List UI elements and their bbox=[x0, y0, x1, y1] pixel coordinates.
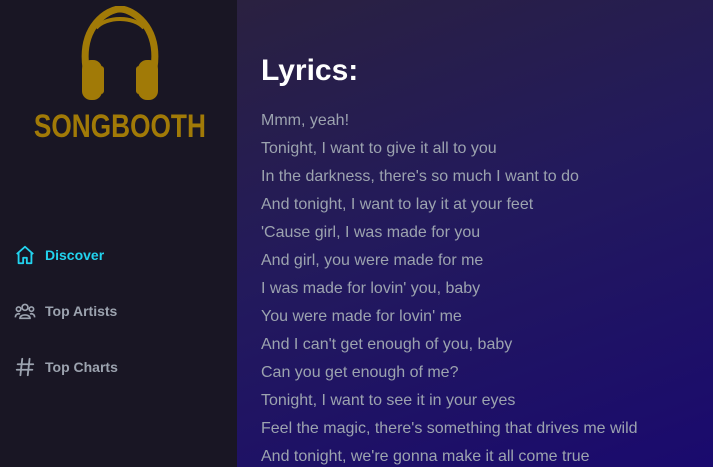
sidebar: SONGBOOTH Discover Top Artists Top Chart… bbox=[0, 0, 237, 467]
lyric-line: Tonight, I want to see it in your eyes bbox=[261, 392, 516, 409]
hashtag-icon bbox=[14, 356, 36, 378]
sidebar-item-label: Discover bbox=[45, 247, 105, 263]
lyric-line: 'Cause girl, I was made for you bbox=[261, 224, 481, 241]
sidebar-item-top-artists[interactable]: Top Artists bbox=[14, 298, 118, 324]
sidebar-nav: Discover Top Artists Top Charts bbox=[14, 242, 118, 410]
lyric-line: And tonight, we're gonna make it all com… bbox=[261, 448, 590, 465]
home-icon bbox=[14, 244, 36, 266]
lyric-line: Feel the magic, there's something that d… bbox=[261, 420, 638, 437]
lyric-line: In the darkness, there's so much I want … bbox=[261, 168, 579, 185]
lyric-line: Mmm, yeah! bbox=[261, 112, 350, 129]
lyrics-heading: Lyrics: bbox=[261, 54, 359, 87]
lyrics-list: Mmm, yeah! Tonight, I want to give it al… bbox=[261, 107, 713, 467]
logo-text: SONGBOOTH bbox=[33, 108, 207, 144]
lyric-line: Tonight, I want to give it all to you bbox=[261, 140, 497, 157]
main-content: Lyrics: Mmm, yeah! Tonight, I want to gi… bbox=[237, 0, 713, 467]
sidebar-item-label: Top Charts bbox=[45, 359, 118, 375]
lyric-line: Can you get enough of me? bbox=[261, 364, 459, 381]
lyric-line: And girl, you were made for me bbox=[261, 252, 484, 269]
songbooth-logo[interactable]: SONGBOOTH bbox=[34, 6, 206, 142]
headphones-icon bbox=[81, 6, 159, 100]
sidebar-item-discover[interactable]: Discover bbox=[14, 242, 118, 268]
lyric-line: And tonight, I want to lay it at your fe… bbox=[261, 196, 534, 213]
users-icon bbox=[14, 300, 36, 322]
lyric-line: I was made for lovin' you, baby bbox=[261, 280, 481, 297]
lyric-line: And I can't get enough of you, baby bbox=[261, 336, 513, 353]
sidebar-item-top-charts[interactable]: Top Charts bbox=[14, 354, 118, 380]
lyric-line: You were made for lovin' me bbox=[261, 308, 462, 325]
sidebar-item-label: Top Artists bbox=[45, 303, 118, 319]
